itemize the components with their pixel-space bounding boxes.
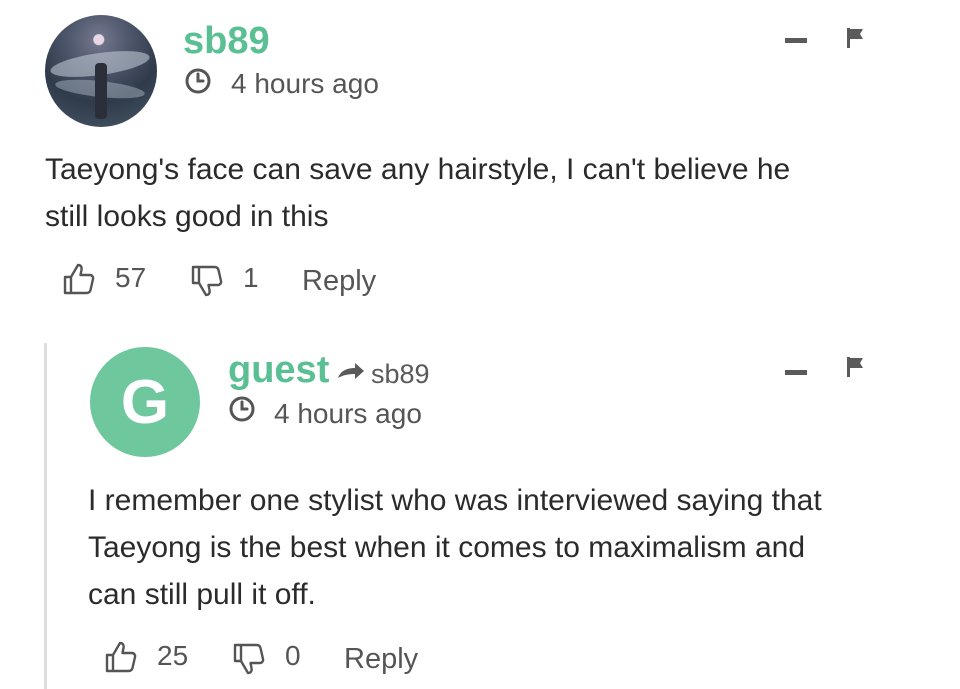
dislike-count: 0 <box>285 640 301 671</box>
flag-icon[interactable] <box>845 26 867 50</box>
comment-timestamp[interactable]: 4 hours ago <box>274 398 422 430</box>
comment-body: I remember one stylist who was interview… <box>88 477 822 618</box>
collapse-icon[interactable] <box>785 370 807 375</box>
dislike-count: 1 <box>243 262 259 293</box>
like-count: 57 <box>115 262 147 293</box>
thumbs-up-icon[interactable] <box>104 640 138 674</box>
comment-body-line: I remember one stylist who was interview… <box>88 484 822 517</box>
reply-button[interactable]: Reply <box>344 643 418 676</box>
reply-to-username[interactable]: sb89 <box>371 359 430 390</box>
comment-body-line: Taeyong is the best when it comes to max… <box>88 531 805 564</box>
comment-body: Taeyong's face can save any hairstyle, I… <box>45 146 790 240</box>
flag-icon[interactable] <box>845 355 867 379</box>
clock-icon <box>229 396 255 422</box>
reply-arrow-icon <box>338 363 364 379</box>
user-avatar-sb89[interactable] <box>45 15 157 127</box>
thumbs-down-icon[interactable] <box>232 642 266 676</box>
reply-button[interactable]: Reply <box>302 265 376 298</box>
thumbs-up-icon[interactable] <box>62 262 96 296</box>
thread-indent-line <box>44 343 47 689</box>
thumbs-down-icon[interactable] <box>190 264 224 298</box>
comment-body-line: can still pull it off. <box>88 578 316 611</box>
comment-body-line: Taeyong's face can save any hairstyle, I… <box>45 153 791 186</box>
avatar-figure <box>95 63 107 119</box>
comment-username[interactable]: sb89 <box>183 20 270 63</box>
comment-timestamp[interactable]: 4 hours ago <box>231 68 379 100</box>
collapse-icon[interactable] <box>785 38 807 43</box>
user-avatar-guest[interactable]: G <box>90 347 200 457</box>
comment-body-line: still looks good in this <box>45 200 329 233</box>
clock-icon <box>185 68 211 94</box>
comment-username[interactable]: guest <box>228 349 329 392</box>
like-count: 25 <box>157 640 189 671</box>
